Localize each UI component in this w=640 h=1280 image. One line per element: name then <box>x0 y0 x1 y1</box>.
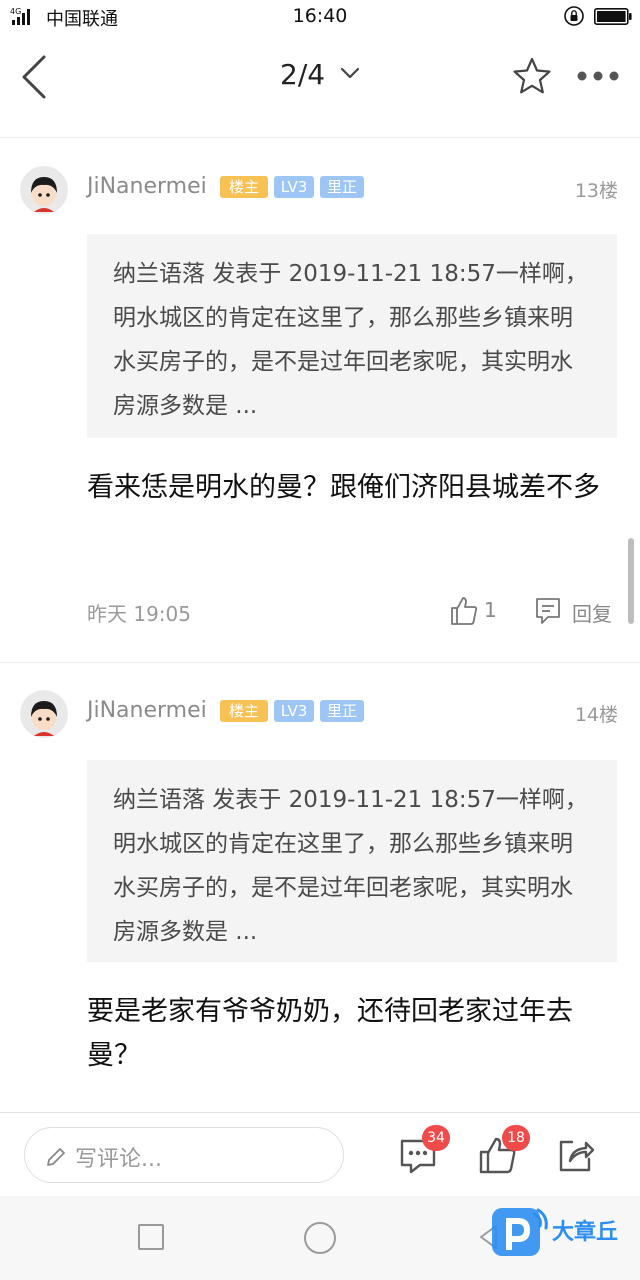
role-badge: 里正 <box>320 176 364 198</box>
role-badge: 里正 <box>320 700 364 722</box>
avatar[interactable] <box>20 690 68 738</box>
thumbs-up-icon <box>451 597 478 625</box>
level-badge: LV3 <box>274 700 314 722</box>
watermark-logo-icon <box>492 1208 548 1256</box>
home-button[interactable] <box>304 1222 336 1254</box>
like-button[interactable]: 1 <box>450 594 502 630</box>
post-content: 要是老家有爷爷奶奶，还待回老家过年去曼？ <box>87 996 573 1071</box>
post-content: 看来恁是明水的曼？跟俺们济阳县城差不多 <box>87 472 600 503</box>
host-badge: 楼主 <box>220 700 268 722</box>
page-indicator: 2/4 <box>280 58 326 91</box>
post-time: 昨天 19:05 <box>87 602 191 626</box>
quoted-reply[interactable]: 纳兰语落 发表于 2019-11-21 18:57一样啊，明水城区的肯定在这里了… <box>87 234 617 438</box>
battery-icon <box>594 8 632 25</box>
favorite-star-icon[interactable] <box>512 56 552 96</box>
like-count-badge: 18 <box>502 1125 530 1151</box>
quoted-reply[interactable]: 纳兰语落 发表于 2019-11-21 18:57一样啊，明水城区的肯定在这里了… <box>87 760 617 962</box>
clock: 16:40 <box>292 5 348 27</box>
post-floor-14: JiNanermei 楼主 LV3 里正 14楼 纳兰语落 发表于 2019-1… <box>0 662 640 1112</box>
watermark: 大章丘 <box>490 1204 640 1266</box>
comment-bar: 写评论... 34 18 <box>0 1112 640 1196</box>
comment-count-badge: 34 <box>422 1125 450 1151</box>
like-post-button[interactable]: 18 <box>478 1125 530 1175</box>
watermark-text: 大章丘 <box>552 1220 619 1245</box>
share-button[interactable] <box>556 1135 596 1175</box>
top-nav-bar: 2/4 <box>0 34 640 138</box>
floor-number: 13楼 <box>574 180 618 202</box>
recent-apps-button[interactable] <box>138 1224 164 1250</box>
status-bar: 4G 中国联通 16:40 <box>0 0 640 34</box>
comments-button[interactable]: 34 <box>398 1125 450 1175</box>
chevron-down-icon <box>340 67 360 79</box>
more-options-icon[interactable] <box>576 70 620 82</box>
floor-number: 14楼 <box>574 704 618 726</box>
username[interactable]: JiNanermei <box>87 698 207 723</box>
avatar[interactable] <box>20 166 68 214</box>
reply-comment-icon <box>536 598 560 624</box>
comment-input[interactable]: 写评论... <box>24 1127 344 1183</box>
pencil-icon <box>47 1148 65 1166</box>
level-badge: LV3 <box>274 176 314 198</box>
comment-placeholder: 写评论... <box>75 1147 162 1172</box>
scroll-indicator <box>628 538 634 624</box>
username[interactable]: JiNanermei <box>87 174 207 199</box>
host-badge: 楼主 <box>220 176 268 198</box>
reply-button[interactable]: 回复 <box>534 594 624 630</box>
rotation-lock-icon <box>564 6 584 26</box>
like-count: 1 <box>484 598 497 622</box>
share-icon <box>559 1140 595 1172</box>
reply-label: 回复 <box>572 602 612 626</box>
post-floor-13: JiNanermei 楼主 LV3 里正 13楼 纳兰语落 发表于 2019-1… <box>0 138 640 662</box>
